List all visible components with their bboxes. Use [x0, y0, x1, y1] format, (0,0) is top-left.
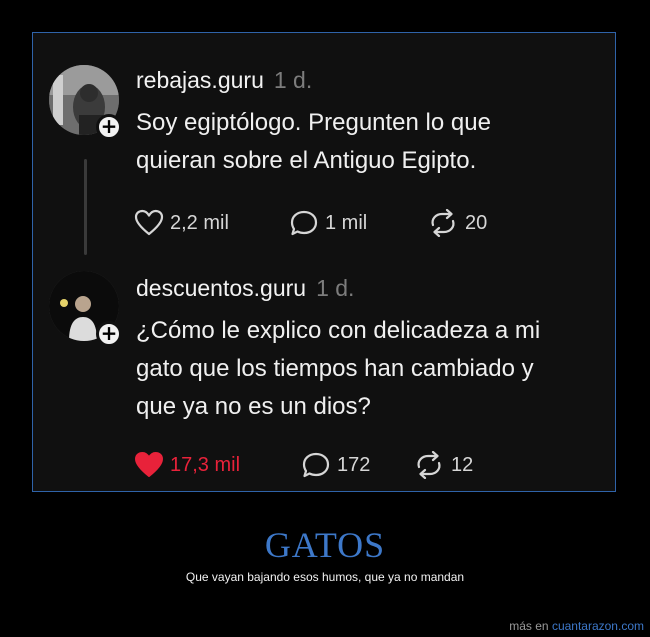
post-line: Soy egiptólogo. Pregunten lo que — [136, 109, 491, 136]
repost-icon — [431, 209, 455, 237]
speech-bubble-icon — [302, 452, 330, 478]
speech-bubble-icon — [290, 210, 318, 236]
repost-count: 12 — [451, 453, 474, 476]
footer-site-link[interactable]: cuantarazon.com — [552, 619, 644, 633]
repost-button[interactable]: 12 — [413, 451, 473, 479]
like-count: 2,2 mil — [170, 211, 229, 234]
post-line: quieran sobre el Antiguo Egipto. — [136, 147, 477, 174]
username-text[interactable]: descuentos.guru — [136, 275, 306, 301]
username-post-1[interactable]: rebajas.guru 1 d. — [136, 67, 312, 94]
post-line: ¿Cómo le explico con delicadeza a mi — [136, 317, 541, 344]
post-time: 1 d. — [316, 275, 355, 301]
meme-page: + rebajas.guru 1 d. Soy egiptólogo. Pregu… — [0, 0, 650, 637]
like-button[interactable]: 2,2 mil — [134, 209, 229, 237]
thread-screenshot: + rebajas.guru 1 d. Soy egiptólogo. Pregu… — [32, 32, 616, 492]
repost-button[interactable]: 20 — [427, 209, 487, 237]
comment-button[interactable]: 1 mil — [289, 209, 367, 237]
comment-button[interactable]: 172 — [301, 451, 370, 479]
comment-count: 172 — [337, 453, 371, 476]
caption-subtitle: Que vayan bajando esos humos, que ya no … — [185, 570, 465, 584]
thread-connector-line — [84, 159, 87, 255]
like-count: 17,3 mil — [170, 453, 241, 476]
like-button-active[interactable]: 17,3 mil — [134, 451, 240, 479]
footer-credit: más en cuantarazon.com — [509, 619, 644, 633]
post-body-2: ¿Cómo le explico con delicadeza a mi gat… — [136, 312, 540, 426]
username-post-2[interactable]: descuentos.guru 1 d. — [136, 275, 354, 302]
heart-filled-icon — [135, 452, 163, 477]
post-line: gato que los tiempos han cambiado y — [136, 355, 534, 382]
post-line: que ya no es un dios? — [136, 393, 371, 420]
post-body-1: Soy egiptólogo. Pregunten lo que quieran… — [136, 104, 491, 180]
follow-plus-icon[interactable]: + — [96, 321, 122, 347]
comment-count: 1 mil — [325, 211, 368, 234]
heart-icon — [134, 209, 164, 236]
username-text[interactable]: rebajas.guru — [136, 67, 264, 93]
repost-icon — [417, 451, 441, 479]
follow-plus-icon[interactable]: + — [96, 114, 122, 140]
post-time: 1 d. — [273, 67, 313, 93]
caption-title: GATOS — [264, 525, 386, 565]
footer-prefix: más en — [509, 619, 549, 633]
repost-count: 20 — [465, 211, 488, 234]
